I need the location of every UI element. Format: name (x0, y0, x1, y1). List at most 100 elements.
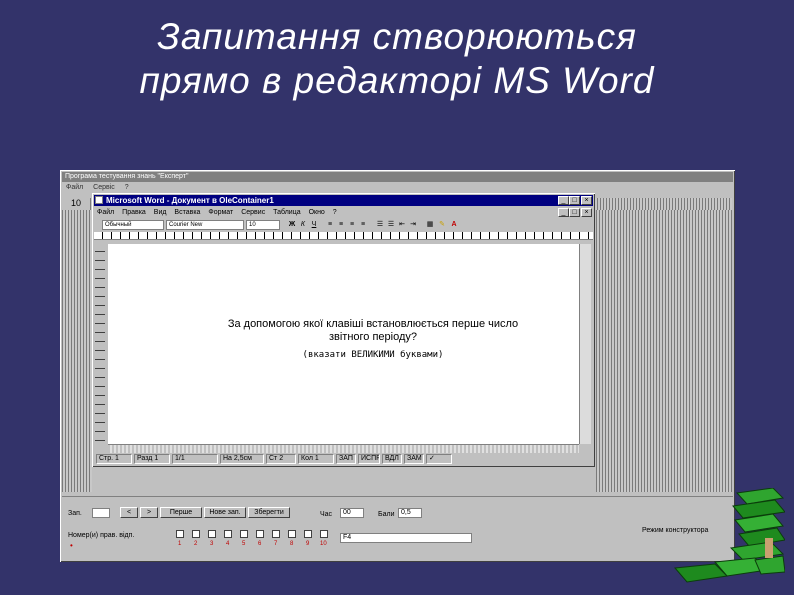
app-title-bar: Програма тестування знань "Експерт" (62, 172, 733, 182)
answer-checkbox-7[interactable] (272, 530, 280, 538)
answer-checkbox-9[interactable] (304, 530, 312, 538)
status-page: Стр. 1 (96, 454, 132, 464)
align-left-icon[interactable]: ≡ (326, 220, 334, 229)
first-button[interactable]: Перше (160, 507, 202, 518)
green-bricks-decoration (673, 488, 785, 583)
score-field[interactable]: 0,5 (398, 508, 422, 518)
status-column: Кол 1 (298, 454, 334, 464)
prev-button[interactable]: < (120, 507, 138, 518)
answer-checkbox-10[interactable] (320, 530, 328, 538)
status-pages: 1/1 (172, 454, 218, 464)
word-status-bar: Стр. 1 Разд 1 1/1 На 2,5см Ст 2 Кол 1 ЗА… (94, 454, 593, 465)
next-button[interactable]: > (140, 507, 158, 518)
answer-checkbox-3[interactable] (208, 530, 216, 538)
word-menu-help[interactable]: ? (333, 209, 337, 216)
underline-icon[interactable]: Ч (310, 220, 318, 229)
word-menu-edit[interactable]: Правка (122, 209, 146, 216)
highlight-icon[interactable]: ✎ (438, 220, 446, 229)
score-label: Бали (378, 511, 395, 518)
status-ovr: ЗАМ (404, 454, 424, 464)
word-menu-format[interactable]: Формат (208, 209, 233, 216)
bullets-icon[interactable]: ☰ (387, 220, 395, 229)
left-hatch-panel (62, 210, 92, 492)
word-menu-tools[interactable]: Сервис (241, 209, 265, 216)
vertical-ruler[interactable] (95, 243, 105, 443)
formatting-toolbar: Обычный Courier New 10 Ж К Ч ≡ ≡ ≡ ≡ ☰ ☰… (94, 219, 593, 231)
status-spelling-icon: ✓ (426, 454, 452, 464)
question-label: Зап. (68, 510, 82, 517)
status-line: Ст 2 (266, 454, 296, 464)
borders-icon[interactable]: ▦ (426, 220, 434, 229)
word-maximize-button[interactable]: □ (569, 196, 580, 205)
align-center-icon[interactable]: ≡ (337, 220, 345, 229)
horizontal-scrollbar[interactable] (108, 444, 579, 453)
word-menu-window[interactable]: Окно (309, 209, 325, 216)
font-dropdown[interactable]: Courier New (166, 220, 244, 230)
font-size-dropdown[interactable]: 10 (246, 220, 280, 230)
question-field[interactable] (92, 508, 110, 518)
word-window: Microsoft Word - Документ в OleContainer… (92, 193, 595, 467)
checkbox-number: 4 (226, 541, 230, 547)
align-right-icon[interactable]: ≡ (348, 220, 356, 229)
time-label: Час (320, 511, 333, 518)
word-minimize-button[interactable]: _ (558, 196, 569, 205)
question-text: За допомогою якої клавіші встановлюється… (183, 318, 563, 344)
checkbox-number: 7 (274, 541, 278, 547)
constructor-bottom-panel: Зап. < > Перше Нове зап. Зберегти Час 00… (62, 496, 733, 561)
app-menu-service[interactable]: Сервіс (93, 184, 115, 191)
answer-checkbox-5[interactable] (240, 530, 248, 538)
doc-close-button[interactable]: × (581, 208, 592, 217)
checkbox-number: 3 (210, 541, 214, 547)
right-hatch-panel (596, 210, 732, 492)
slide-title-line-1: Запитання створюються (157, 16, 637, 57)
status-position: На 2,5см (220, 454, 264, 464)
checkbox-number: 2 (194, 541, 198, 547)
style-dropdown[interactable]: Обычный (102, 220, 164, 230)
question-line-2: звітного періоду? (328, 331, 418, 343)
italic-icon[interactable]: К (299, 220, 307, 229)
word-menu-table[interactable]: Таблица (273, 209, 300, 216)
doc-maximize-button[interactable]: □ (569, 208, 580, 217)
slide-title-line-2: прямо в редакторі MS Word (139, 60, 655, 101)
numbering-icon[interactable]: ☰ (376, 220, 384, 229)
save-button[interactable]: Зберегти (248, 507, 290, 518)
document-page[interactable]: За допомогою якої клавіші встановлюється… (108, 244, 579, 444)
app-menu-help[interactable]: ? (125, 184, 129, 191)
answer-hint: (вказати ВЕЛИКИМИ буквами) (302, 350, 444, 360)
app-menu-file[interactable]: Файл (66, 184, 83, 191)
status-section: Разд 1 (134, 454, 170, 464)
word-menu-bar: Файл Правка Вид Вставка Формат Сервис Та… (94, 207, 340, 218)
required-marker: • (70, 541, 73, 550)
vertical-scrollbar[interactable] (579, 244, 591, 444)
new-question-button[interactable]: Нове зап. (204, 507, 246, 518)
word-menu-insert[interactable]: Вставка (174, 209, 200, 216)
answer-checkbox-8[interactable] (288, 530, 296, 538)
word-menu-file[interactable]: Файл (97, 209, 114, 216)
checkbox-number: 6 (258, 541, 262, 547)
correct-answers-label: Номер(и) прав. відп. (68, 532, 135, 539)
increase-indent-icon[interactable]: ⇥ (409, 220, 417, 229)
doc-minimize-button[interactable]: _ (558, 208, 569, 217)
answer-input[interactable]: F4 (340, 533, 472, 543)
answer-checkbox-2[interactable] (192, 530, 200, 538)
time-field[interactable]: 00 (340, 508, 364, 518)
word-app-icon[interactable] (95, 196, 103, 204)
word-close-button[interactable]: × (581, 196, 592, 205)
status-trk: ИСПР (358, 454, 380, 464)
align-justify-icon[interactable]: ≡ (359, 220, 367, 229)
answer-checkbox-6[interactable] (256, 530, 264, 538)
word-menu-view[interactable]: Вид (154, 209, 167, 216)
checkbox-number: 1 (178, 541, 182, 547)
word-title-bar: Microsoft Word - Документ в OleContainer… (94, 195, 593, 206)
app-menu-bar: Файл Сервіс ? (62, 183, 133, 193)
horizontal-ruler[interactable] (94, 232, 593, 240)
answer-checkbox-4[interactable] (224, 530, 232, 538)
status-rec: ЗАП (336, 454, 356, 464)
checkbox-number: 5 (242, 541, 246, 547)
decrease-indent-icon[interactable]: ⇤ (398, 220, 406, 229)
font-color-icon[interactable]: A (450, 220, 458, 229)
status-ext: ВДЛ (382, 454, 402, 464)
checkbox-number: 8 (290, 541, 294, 547)
bold-icon[interactable]: Ж (288, 220, 296, 229)
answer-checkbox-1[interactable] (176, 530, 184, 538)
